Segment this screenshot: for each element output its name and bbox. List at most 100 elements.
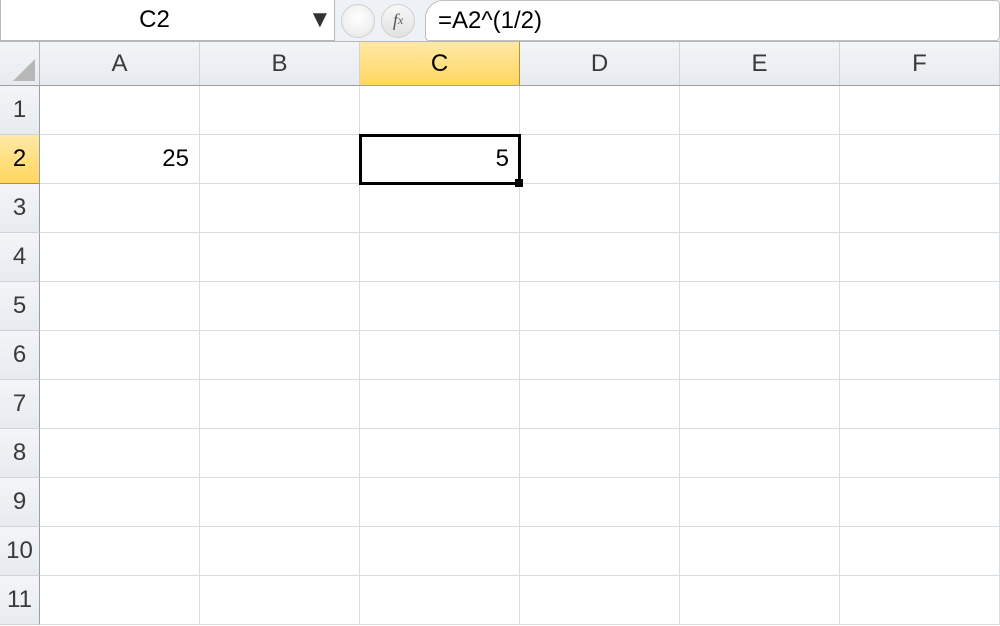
cell-A2[interactable]: 25 bbox=[40, 135, 200, 184]
cancel-formula-button[interactable] bbox=[341, 4, 375, 38]
cell-D3[interactable] bbox=[520, 184, 680, 233]
cell-A9[interactable] bbox=[40, 478, 200, 527]
cell-D10[interactable] bbox=[520, 527, 680, 576]
cell-E2[interactable] bbox=[680, 135, 840, 184]
cell-D7[interactable] bbox=[520, 380, 680, 429]
col-head-C[interactable]: C bbox=[360, 42, 520, 85]
cell-D5[interactable] bbox=[520, 282, 680, 331]
row-4: 4 bbox=[0, 233, 1000, 282]
cell-F3[interactable] bbox=[840, 184, 1000, 233]
cell-F8[interactable] bbox=[840, 429, 1000, 478]
cell-C5[interactable] bbox=[360, 282, 520, 331]
cell-A3[interactable] bbox=[40, 184, 200, 233]
cell-A1[interactable] bbox=[40, 86, 200, 135]
row-head-8[interactable]: 8 bbox=[0, 429, 40, 478]
cell-E3[interactable] bbox=[680, 184, 840, 233]
cell-E5[interactable] bbox=[680, 282, 840, 331]
cell-B2[interactable] bbox=[200, 135, 360, 184]
cell-F11[interactable] bbox=[840, 576, 1000, 625]
cell-D9[interactable] bbox=[520, 478, 680, 527]
cell-C11[interactable] bbox=[360, 576, 520, 625]
col-head-B[interactable]: B bbox=[200, 42, 360, 85]
row-head-7[interactable]: 7 bbox=[0, 380, 40, 429]
cell-A10[interactable] bbox=[40, 527, 200, 576]
cell-C3[interactable] bbox=[360, 184, 520, 233]
fx-icon[interactable]: fx bbox=[381, 4, 415, 38]
cell-F10[interactable] bbox=[840, 527, 1000, 576]
cell-B6[interactable] bbox=[200, 331, 360, 380]
cell-C9[interactable] bbox=[360, 478, 520, 527]
cell-F9[interactable] bbox=[840, 478, 1000, 527]
row-8: 8 bbox=[0, 429, 1000, 478]
cell-C4[interactable] bbox=[360, 233, 520, 282]
cell-B5[interactable] bbox=[200, 282, 360, 331]
cell-E1[interactable] bbox=[680, 86, 840, 135]
cell-E11[interactable] bbox=[680, 576, 840, 625]
cell-D2[interactable] bbox=[520, 135, 680, 184]
cell-D1[interactable] bbox=[520, 86, 680, 135]
row-7: 7 bbox=[0, 380, 1000, 429]
cell-F5[interactable] bbox=[840, 282, 1000, 331]
fx-sub: x bbox=[398, 13, 403, 28]
cell-D6[interactable] bbox=[520, 331, 680, 380]
cell-C8[interactable] bbox=[360, 429, 520, 478]
row-head-3[interactable]: 3 bbox=[0, 184, 40, 233]
cell-B11[interactable] bbox=[200, 576, 360, 625]
cell-A7[interactable] bbox=[40, 380, 200, 429]
row-head-5[interactable]: 5 bbox=[0, 282, 40, 331]
col-head-F[interactable]: F bbox=[840, 42, 1000, 85]
col-head-D[interactable]: D bbox=[520, 42, 680, 85]
cell-D11[interactable] bbox=[520, 576, 680, 625]
cell-B1[interactable] bbox=[200, 86, 360, 135]
cell-B3[interactable] bbox=[200, 184, 360, 233]
cell-E9[interactable] bbox=[680, 478, 840, 527]
cell-C10[interactable] bbox=[360, 527, 520, 576]
cell-B10[interactable] bbox=[200, 527, 360, 576]
formula-input[interactable]: =A2^(1/2) bbox=[425, 0, 1000, 41]
cell-D4[interactable] bbox=[520, 233, 680, 282]
cell-F1[interactable] bbox=[840, 86, 1000, 135]
chevron-down-icon[interactable]: ▼ bbox=[308, 6, 334, 34]
cell-A11[interactable] bbox=[40, 576, 200, 625]
cell-D8[interactable] bbox=[520, 429, 680, 478]
name-box[interactable]: C2 ▼ bbox=[0, 0, 335, 41]
row-head-11[interactable]: 11 bbox=[0, 576, 40, 625]
row-head-6[interactable]: 6 bbox=[0, 331, 40, 380]
cell-C7[interactable] bbox=[360, 380, 520, 429]
cell-E4[interactable] bbox=[680, 233, 840, 282]
select-all-triangle[interactable] bbox=[0, 42, 40, 85]
row-head-10[interactable]: 10 bbox=[0, 527, 40, 576]
cell-A4[interactable] bbox=[40, 233, 200, 282]
row-head-9[interactable]: 9 bbox=[0, 478, 40, 527]
cell-E7[interactable] bbox=[680, 380, 840, 429]
row-head-1[interactable]: 1 bbox=[0, 86, 40, 135]
cell-C2[interactable]: 5 bbox=[360, 135, 520, 184]
cell-F2[interactable] bbox=[840, 135, 1000, 184]
cell-A5[interactable] bbox=[40, 282, 200, 331]
cell-E8[interactable] bbox=[680, 429, 840, 478]
cell-F6[interactable] bbox=[840, 331, 1000, 380]
col-head-E[interactable]: E bbox=[680, 42, 840, 85]
spreadsheet-grid: A B C D E F 1 2 25 5 3 4 bbox=[0, 42, 1000, 625]
cell-E10[interactable] bbox=[680, 527, 840, 576]
row-11: 11 bbox=[0, 576, 1000, 625]
cell-B9[interactable] bbox=[200, 478, 360, 527]
cell-F4[interactable] bbox=[840, 233, 1000, 282]
formula-bar: C2 ▼ fx =A2^(1/2) bbox=[0, 0, 1000, 42]
cell-C6[interactable] bbox=[360, 331, 520, 380]
cell-A6[interactable] bbox=[40, 331, 200, 380]
cell-F7[interactable] bbox=[840, 380, 1000, 429]
cell-C1[interactable] bbox=[360, 86, 520, 135]
cell-A8[interactable] bbox=[40, 429, 200, 478]
row-head-4[interactable]: 4 bbox=[0, 233, 40, 282]
row-2: 2 25 5 bbox=[0, 135, 1000, 184]
cell-B7[interactable] bbox=[200, 380, 360, 429]
cell-B8[interactable] bbox=[200, 429, 360, 478]
name-box-value: C2 bbox=[1, 6, 308, 34]
cell-E6[interactable] bbox=[680, 331, 840, 380]
cell-B4[interactable] bbox=[200, 233, 360, 282]
col-head-A[interactable]: A bbox=[40, 42, 200, 85]
row-1: 1 bbox=[0, 86, 1000, 135]
row-head-2[interactable]: 2 bbox=[0, 135, 40, 184]
formula-text: =A2^(1/2) bbox=[438, 7, 542, 35]
